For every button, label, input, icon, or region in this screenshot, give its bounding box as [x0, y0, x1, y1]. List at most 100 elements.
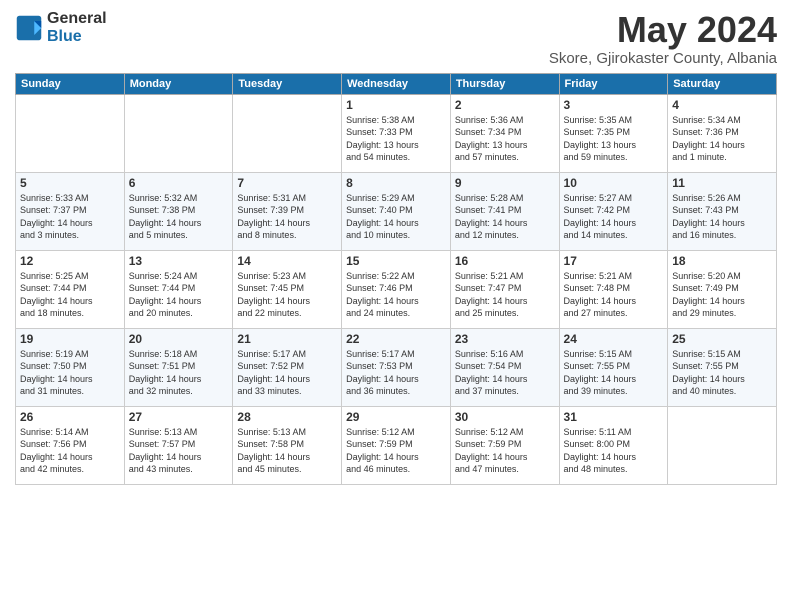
calendar-week-4: 19 Sunrise: 5:19 AM Sunset: 7:50 PM Dayli… [16, 328, 777, 406]
cell-date: 28 [237, 410, 337, 424]
cell-info: Sunrise: 5:34 AM Sunset: 7:36 PM Dayligh… [672, 114, 772, 164]
table-row [233, 94, 342, 172]
table-row: 22 Sunrise: 5:17 AM Sunset: 7:53 PM Dayli… [342, 328, 451, 406]
cell-info: Sunrise: 5:14 AM Sunset: 7:56 PM Dayligh… [20, 426, 120, 476]
table-row: 7 Sunrise: 5:31 AM Sunset: 7:39 PM Daylig… [233, 172, 342, 250]
title-block: May 2024 Skore, Gjirokaster County, Alba… [549, 10, 777, 67]
table-row: 11 Sunrise: 5:26 AM Sunset: 7:43 PM Dayli… [668, 172, 777, 250]
table-row [124, 94, 233, 172]
table-row: 17 Sunrise: 5:21 AM Sunset: 7:48 PM Dayli… [559, 250, 668, 328]
table-row: 16 Sunrise: 5:21 AM Sunset: 7:47 PM Dayli… [450, 250, 559, 328]
cell-date: 8 [346, 176, 446, 190]
table-row: 29 Sunrise: 5:12 AM Sunset: 7:59 PM Dayli… [342, 406, 451, 484]
location-title: Skore, Gjirokaster County, Albania [549, 50, 777, 67]
calendar-week-2: 5Sunrise: 5:33 AM Sunset: 7:37 PM Daylig… [16, 172, 777, 250]
table-row: 6 Sunrise: 5:32 AM Sunset: 7:38 PM Daylig… [124, 172, 233, 250]
table-row [668, 406, 777, 484]
table-row: 14Sunrise: 5:23 AM Sunset: 7:45 PM Dayli… [233, 250, 342, 328]
cell-info: Sunrise: 5:11 AM Sunset: 8:00 PM Dayligh… [564, 426, 664, 476]
cell-info: Sunrise: 5:32 AM Sunset: 7:38 PM Dayligh… [129, 192, 229, 242]
cell-date: 18 [672, 254, 772, 268]
cell-info: Sunrise: 5:21 AM Sunset: 7:48 PM Dayligh… [564, 270, 664, 320]
calendar-week-1: 1Sunrise: 5:38 AM Sunset: 7:33 PM Daylig… [16, 94, 777, 172]
cell-info: Sunrise: 5:18 AM Sunset: 7:51 PM Dayligh… [129, 348, 229, 398]
cell-date: 12 [20, 254, 120, 268]
cell-date: 6 [129, 176, 229, 190]
cell-date: 4 [672, 98, 772, 112]
cell-info: Sunrise: 5:17 AM Sunset: 7:52 PM Dayligh… [237, 348, 337, 398]
table-row [16, 94, 125, 172]
cell-info: Sunrise: 5:19 AM Sunset: 7:50 PM Dayligh… [20, 348, 120, 398]
cell-date: 16 [455, 254, 555, 268]
cell-date: 27 [129, 410, 229, 424]
cell-info: Sunrise: 5:16 AM Sunset: 7:54 PM Dayligh… [455, 348, 555, 398]
table-row: 1Sunrise: 5:38 AM Sunset: 7:33 PM Daylig… [342, 94, 451, 172]
cell-info: Sunrise: 5:26 AM Sunset: 7:43 PM Dayligh… [672, 192, 772, 242]
table-row: 27Sunrise: 5:13 AM Sunset: 7:57 PM Dayli… [124, 406, 233, 484]
cell-info: Sunrise: 5:17 AM Sunset: 7:53 PM Dayligh… [346, 348, 446, 398]
table-row: 2Sunrise: 5:36 AM Sunset: 7:34 PM Daylig… [450, 94, 559, 172]
cell-info: Sunrise: 5:31 AM Sunset: 7:39 PM Dayligh… [237, 192, 337, 242]
cell-date: 21 [237, 332, 337, 346]
col-sunday: Sunday [16, 73, 125, 94]
table-row: 24 Sunrise: 5:15 AM Sunset: 7:55 PM Dayli… [559, 328, 668, 406]
table-row: 8 Sunrise: 5:29 AM Sunset: 7:40 PM Daylig… [342, 172, 451, 250]
cell-info: Sunrise: 5:24 AM Sunset: 7:44 PM Dayligh… [129, 270, 229, 320]
calendar-week-3: 12Sunrise: 5:25 AM Sunset: 7:44 PM Dayli… [16, 250, 777, 328]
logo-blue: Blue [47, 28, 107, 46]
cell-info: Sunrise: 5:12 AM Sunset: 7:59 PM Dayligh… [455, 426, 555, 476]
cell-info: Sunrise: 5:20 AM Sunset: 7:49 PM Dayligh… [672, 270, 772, 320]
table-row: 18 Sunrise: 5:20 AM Sunset: 7:49 PM Dayli… [668, 250, 777, 328]
cell-info: Sunrise: 5:13 AM Sunset: 7:58 PM Dayligh… [237, 426, 337, 476]
cell-date: 19 [20, 332, 120, 346]
table-row: 30 Sunrise: 5:12 AM Sunset: 7:59 PM Dayli… [450, 406, 559, 484]
cell-info: Sunrise: 5:29 AM Sunset: 7:40 PM Dayligh… [346, 192, 446, 242]
col-friday: Friday [559, 73, 668, 94]
cell-info: Sunrise: 5:15 AM Sunset: 7:55 PM Dayligh… [564, 348, 664, 398]
cell-info: Sunrise: 5:21 AM Sunset: 7:47 PM Dayligh… [455, 270, 555, 320]
table-row: 9 Sunrise: 5:28 AM Sunset: 7:41 PM Daylig… [450, 172, 559, 250]
cell-info: Sunrise: 5:15 AM Sunset: 7:55 PM Dayligh… [672, 348, 772, 398]
table-row: 21 Sunrise: 5:17 AM Sunset: 7:52 PM Dayli… [233, 328, 342, 406]
cell-date: 11 [672, 176, 772, 190]
cell-date: 29 [346, 410, 446, 424]
cell-date: 1 [346, 98, 446, 112]
logo: General Blue [15, 10, 107, 45]
cell-date: 3 [564, 98, 664, 112]
cell-date: 30 [455, 410, 555, 424]
cell-date: 22 [346, 332, 446, 346]
table-row: 3Sunrise: 5:35 AM Sunset: 7:35 PM Daylig… [559, 94, 668, 172]
col-monday: Monday [124, 73, 233, 94]
cell-date: 24 [564, 332, 664, 346]
table-row: 20 Sunrise: 5:18 AM Sunset: 7:51 PM Dayli… [124, 328, 233, 406]
table-row: 4 Sunrise: 5:34 AM Sunset: 7:36 PM Daylig… [668, 94, 777, 172]
cell-info: Sunrise: 5:28 AM Sunset: 7:41 PM Dayligh… [455, 192, 555, 242]
table-row: 31Sunrise: 5:11 AM Sunset: 8:00 PM Dayli… [559, 406, 668, 484]
cell-date: 15 [346, 254, 446, 268]
cell-date: 14 [237, 254, 337, 268]
table-row: 26 Sunrise: 5:14 AM Sunset: 7:56 PM Dayli… [16, 406, 125, 484]
cell-date: 10 [564, 176, 664, 190]
table-row: 13Sunrise: 5:24 AM Sunset: 7:44 PM Dayli… [124, 250, 233, 328]
cell-info: Sunrise: 5:36 AM Sunset: 7:34 PM Dayligh… [455, 114, 555, 164]
cell-info: Sunrise: 5:33 AM Sunset: 7:37 PM Dayligh… [20, 192, 120, 242]
cell-date: 17 [564, 254, 664, 268]
col-thursday: Thursday [450, 73, 559, 94]
cell-date: 23 [455, 332, 555, 346]
table-row: 23 Sunrise: 5:16 AM Sunset: 7:54 PM Dayli… [450, 328, 559, 406]
table-row: 28 Sunrise: 5:13 AM Sunset: 7:58 PM Dayli… [233, 406, 342, 484]
calendar: Sunday Monday Tuesday Wednesday Thursday… [15, 73, 777, 485]
cell-info: Sunrise: 5:12 AM Sunset: 7:59 PM Dayligh… [346, 426, 446, 476]
cell-date: 25 [672, 332, 772, 346]
cell-date: 26 [20, 410, 120, 424]
table-row: 12Sunrise: 5:25 AM Sunset: 7:44 PM Dayli… [16, 250, 125, 328]
logo-icon [15, 14, 43, 42]
calendar-header-row: Sunday Monday Tuesday Wednesday Thursday… [16, 73, 777, 94]
col-tuesday: Tuesday [233, 73, 342, 94]
table-row: 10Sunrise: 5:27 AM Sunset: 7:42 PM Dayli… [559, 172, 668, 250]
col-wednesday: Wednesday [342, 73, 451, 94]
cell-date: 7 [237, 176, 337, 190]
cell-date: 9 [455, 176, 555, 190]
cell-date: 20 [129, 332, 229, 346]
table-row: 5Sunrise: 5:33 AM Sunset: 7:37 PM Daylig… [16, 172, 125, 250]
